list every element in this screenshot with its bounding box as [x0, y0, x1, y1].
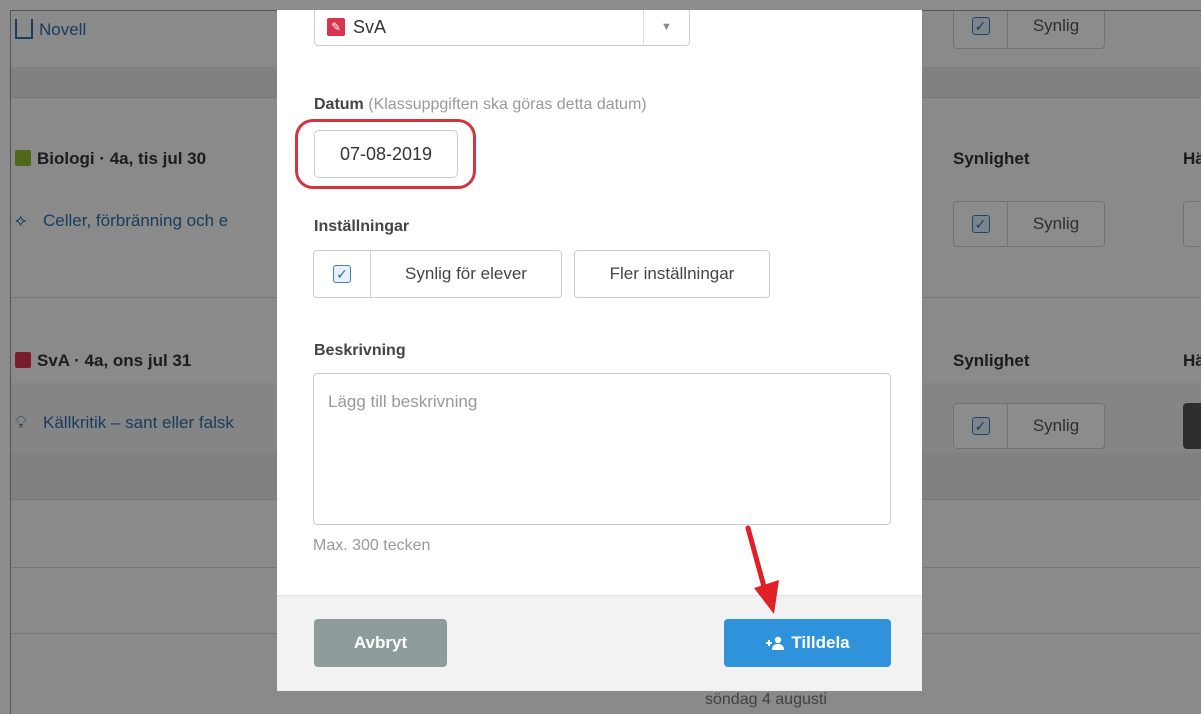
annotation-highlight-circle — [295, 119, 476, 189]
assign-task-modal: ✎ SvA ▼ Datum (Klassuppgiften ska göras … — [277, 10, 922, 691]
chevron-down-icon: ▼ — [643, 10, 689, 45]
description-label: Beskrivning — [314, 342, 406, 359]
date-hint: (Klassuppgiften ska göras detta datum) — [368, 96, 647, 113]
modal-footer: Avbryt Tilldela — [277, 595, 922, 691]
visible-for-students-toggle[interactable]: ✓ Synlig för elever — [313, 250, 562, 298]
cancel-button[interactable]: Avbryt — [314, 619, 447, 667]
description-limit-hint: Max. 300 tecken — [313, 537, 431, 554]
checkbox-icon[interactable]: ✓ — [333, 265, 351, 283]
description-textarea[interactable]: Lägg till beskrivning — [313, 373, 891, 525]
subject-select[interactable]: ✎ SvA ▼ — [314, 10, 690, 46]
more-settings-button[interactable]: Fler inställningar — [574, 250, 770, 298]
pencil-icon: ✎ — [327, 18, 345, 36]
assign-button[interactable]: Tilldela — [724, 619, 891, 667]
assign-button-label: Tilldela — [791, 633, 850, 652]
date-label: Datum (Klassuppgiften ska göras detta da… — [314, 96, 647, 113]
add-user-icon — [766, 636, 785, 650]
subject-select-value: SvA — [353, 16, 387, 37]
visible-for-students-label: Synlig för elever — [405, 264, 527, 283]
settings-label: Inställningar — [314, 218, 410, 235]
